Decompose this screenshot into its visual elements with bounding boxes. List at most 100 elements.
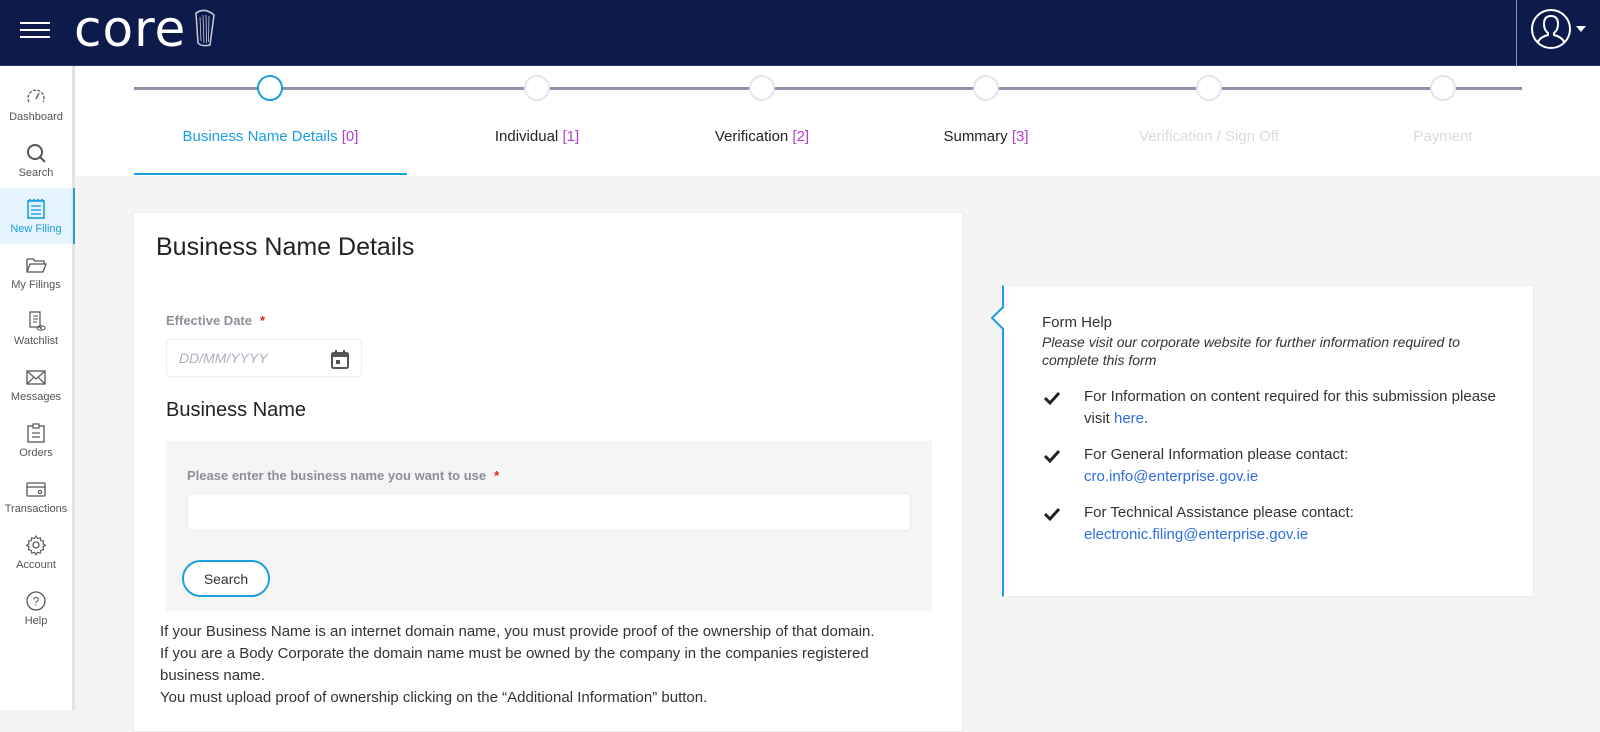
effective-date-input[interactable] bbox=[179, 350, 319, 366]
step-label: Summary [3] bbox=[886, 128, 1086, 145]
sidebar: Dashboard Search New Filing My Filings W… bbox=[0, 66, 75, 710]
form-help-title: Form Help bbox=[1042, 314, 1113, 331]
effective-date-field[interactable] bbox=[166, 339, 362, 377]
step-number: [3] bbox=[1011, 128, 1029, 145]
help-icon: ? bbox=[26, 590, 46, 611]
sidebar-item-label: Search bbox=[18, 166, 54, 179]
step-individual[interactable]: Individual [1] bbox=[437, 66, 637, 176]
page-title: Business Name Details bbox=[156, 233, 415, 261]
sidebar-item-orders[interactable]: Orders bbox=[0, 412, 72, 468]
sidebar-item-watchlist[interactable]: Watchlist bbox=[0, 300, 72, 356]
hamburger-icon bbox=[20, 22, 50, 24]
help-item-text: For Technical Assistance please contact:… bbox=[1084, 502, 1354, 546]
search-button[interactable]: Search bbox=[182, 560, 270, 597]
technical-assistance-email-link[interactable]: electronic.filing@enterprise.gov.ie bbox=[1084, 526, 1308, 543]
progress-stepper: Business Name Details [0] Individual [1]… bbox=[75, 66, 1600, 176]
sidebar-item-new-filing[interactable]: New Filing bbox=[0, 188, 75, 244]
sidebar-item-help[interactable]: ? Help bbox=[0, 580, 72, 636]
help-item-text: For General Information please contact: … bbox=[1084, 444, 1348, 488]
effective-date-label-text: Effective Date bbox=[166, 313, 252, 328]
step-dot bbox=[1196, 75, 1222, 101]
step-payment: Payment bbox=[1343, 66, 1543, 176]
step-dot bbox=[973, 75, 999, 101]
step-label: Verification [2] bbox=[662, 128, 862, 145]
check-icon bbox=[1043, 449, 1061, 464]
sidebar-item-label: Account bbox=[16, 558, 56, 571]
form-help-subtitle: Please visit our corporate website for f… bbox=[1042, 334, 1460, 368]
hamburger-icon-line bbox=[20, 29, 50, 31]
info-line: You must upload proof of ownership click… bbox=[160, 689, 708, 706]
sidebar-item-label: New Filing bbox=[10, 222, 62, 235]
topbar-divider bbox=[1516, 0, 1517, 66]
step-title: Business Name Details bbox=[182, 128, 338, 145]
sidebar-item-transactions[interactable]: Transactions bbox=[0, 468, 72, 524]
sidebar-item-label: My Filings bbox=[11, 278, 61, 291]
search-icon bbox=[27, 143, 46, 163]
step-dot bbox=[1430, 75, 1456, 101]
clipboard-icon bbox=[27, 422, 45, 443]
sidebar-item-label: Orders bbox=[19, 446, 53, 459]
help-panel-pointer bbox=[990, 306, 1014, 330]
check-icon bbox=[1043, 507, 1061, 522]
step-title: Verification bbox=[714, 128, 789, 145]
help-item: For Technical Assistance please contact:… bbox=[1042, 502, 1512, 546]
sidebar-item-label: Messages bbox=[10, 390, 62, 403]
sidebar-item-messages[interactable]: Messages bbox=[0, 356, 72, 412]
business-name-label-text: Please enter the business name you want … bbox=[187, 468, 487, 483]
sidebar-item-label: Transactions bbox=[4, 502, 68, 515]
sidebar-item-account[interactable]: Account bbox=[0, 524, 72, 580]
step-dot bbox=[524, 75, 550, 101]
step-title: Payment bbox=[1413, 128, 1473, 145]
help-item: For Information on content required for … bbox=[1042, 386, 1512, 430]
form-help-panel: Form Help Please visit our corporate web… bbox=[990, 285, 1534, 597]
step-summary[interactable]: Summary [3] bbox=[886, 66, 1086, 176]
envelope-icon bbox=[26, 369, 46, 385]
step-title: Verification / Sign Off bbox=[1139, 128, 1279, 145]
harp-icon bbox=[195, 9, 216, 47]
sidebar-item-label: Dashboard bbox=[9, 110, 63, 123]
folder-icon bbox=[26, 257, 47, 273]
step-number: [0] bbox=[341, 128, 359, 145]
top-bar: core bbox=[0, 0, 1600, 66]
sidebar-item-my-filings[interactable]: My Filings bbox=[0, 244, 72, 300]
step-label: Individual [1] bbox=[437, 128, 637, 145]
user-menu-button[interactable] bbox=[1530, 8, 1586, 50]
sidebar-item-dashboard[interactable]: Dashboard bbox=[0, 76, 72, 132]
step-label: Verification / Sign Off bbox=[1109, 128, 1309, 145]
business-name-input[interactable] bbox=[187, 493, 911, 531]
gear-icon bbox=[25, 534, 47, 556]
sidebar-item-label: Help bbox=[24, 614, 48, 627]
business-name-details-card: Business Name Details Effective Date * Bu… bbox=[133, 212, 963, 732]
required-marker: * bbox=[259, 313, 266, 328]
step-verification[interactable]: Verification [2] bbox=[662, 66, 862, 176]
business-name-panel: Please enter the business name you want … bbox=[166, 441, 932, 611]
active-step-underline bbox=[134, 173, 407, 175]
sidebar-item-search[interactable]: Search bbox=[0, 132, 72, 188]
user-avatar-icon bbox=[1531, 9, 1571, 49]
step-dot bbox=[749, 75, 775, 101]
step-label: Business Name Details [0] bbox=[134, 128, 407, 145]
notepad-icon bbox=[27, 198, 45, 219]
core-logo[interactable]: core bbox=[74, 4, 218, 54]
sidebar-item-label: Watchlist bbox=[13, 334, 59, 347]
help-item: For General Information please contact: … bbox=[1042, 444, 1512, 488]
step-business-name-details[interactable]: Business Name Details [0] bbox=[134, 66, 407, 176]
chevron-down-icon bbox=[1576, 26, 1586, 32]
step-number: [1] bbox=[562, 128, 580, 145]
hamburger-menu-button[interactable] bbox=[20, 17, 50, 43]
domain-ownership-info: If your Business Name is an internet dom… bbox=[160, 621, 920, 709]
hamburger-icon-line bbox=[20, 36, 50, 38]
required-marker: * bbox=[494, 468, 500, 483]
general-info-email-link[interactable]: cro.info@enterprise.gov.ie bbox=[1084, 468, 1258, 485]
help-item-text: For Information on content required for … bbox=[1084, 386, 1512, 430]
help-here-link[interactable]: here bbox=[1114, 410, 1144, 427]
info-line: If you are a Body Corporate the domain n… bbox=[160, 645, 869, 684]
business-name-label: Please enter the business name you want … bbox=[187, 468, 499, 483]
svg-text:?: ? bbox=[33, 594, 40, 608]
step-title: Individual bbox=[494, 128, 559, 145]
help-item-suffix: . bbox=[1144, 410, 1149, 427]
info-line: If your Business Name is an internet dom… bbox=[160, 623, 875, 640]
calendar-icon[interactable] bbox=[329, 348, 351, 370]
wallet-icon bbox=[26, 481, 46, 497]
logo-text: core bbox=[74, 0, 187, 58]
